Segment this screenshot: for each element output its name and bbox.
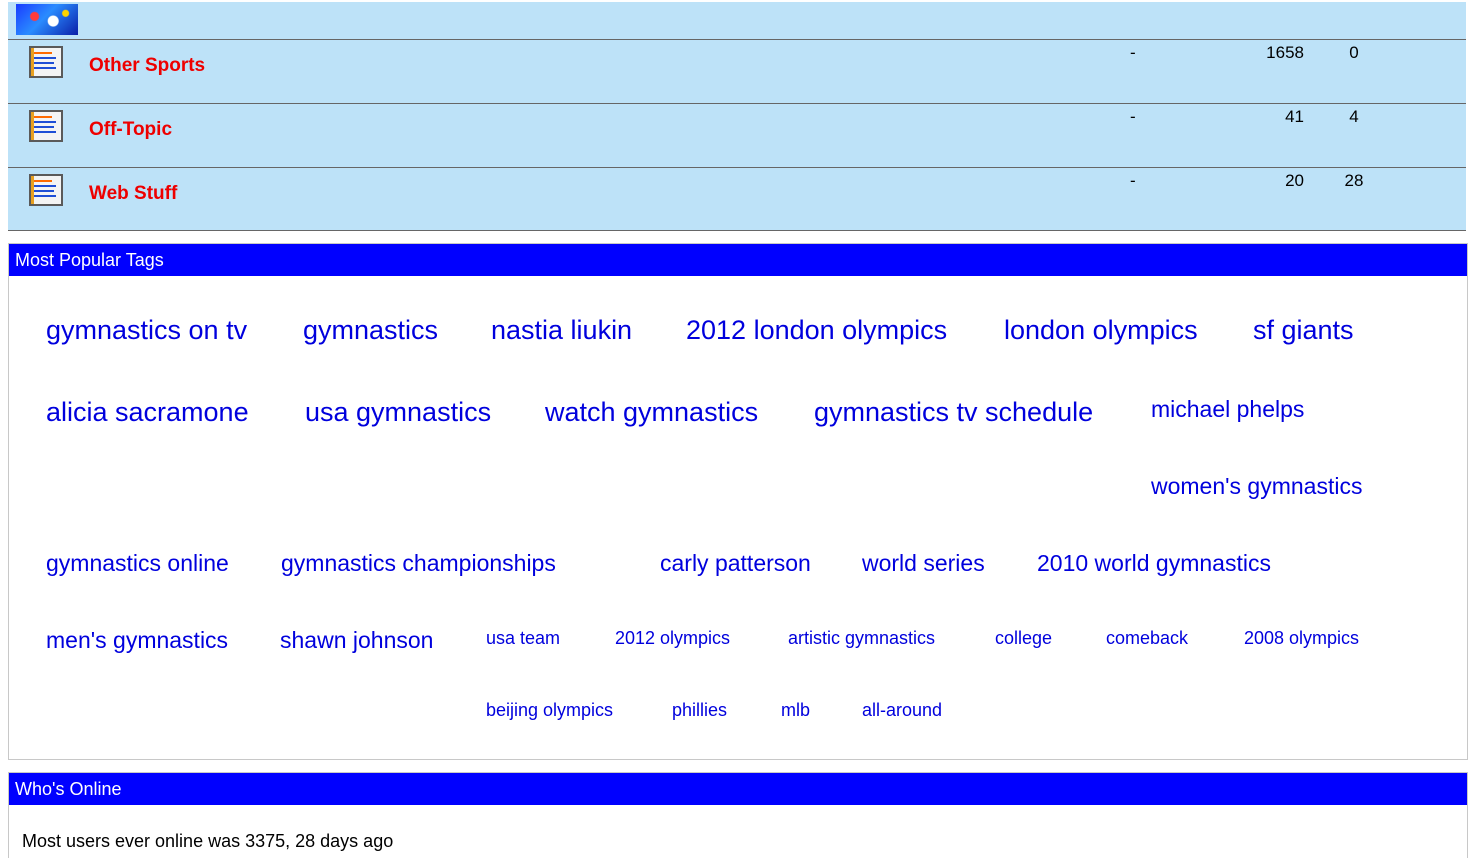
forum-list: Other Sports - 1658 0 Off-Topic - 41 4 W… <box>8 2 1466 231</box>
tag-link[interactable]: women's gymnastics <box>1151 473 1362 500</box>
tag-link[interactable]: artistic gymnastics <box>788 628 935 649</box>
tag-link[interactable]: world series <box>862 550 985 577</box>
forum-banner-image[interactable] <box>16 4 78 35</box>
forum-row: Web Stuff - 20 28 <box>8 168 1466 230</box>
tag-link[interactable]: london olympics <box>1004 315 1198 346</box>
tag-link[interactable]: 2008 olympics <box>1244 628 1359 649</box>
whos-online-panel: Who's Online Most users ever online was … <box>8 772 1468 858</box>
tag-link[interactable]: gymnastics online <box>46 550 229 577</box>
tag-link[interactable]: men's gymnastics <box>46 627 228 654</box>
tag-link[interactable]: carly patterson <box>660 550 811 577</box>
tag-link[interactable]: 2010 world gymnastics <box>1037 550 1271 577</box>
forum-notepad-icon <box>29 46 63 78</box>
tag-link[interactable]: usa gymnastics <box>305 397 491 428</box>
forum-post-count: 28 <box>1344 171 1364 190</box>
tag-link[interactable]: college <box>995 628 1052 649</box>
forum-last-post: - <box>1130 171 1136 190</box>
forum-top-strip <box>8 2 1466 40</box>
tag-link[interactable]: shawn johnson <box>280 627 433 654</box>
tag-link[interactable]: nastia liukin <box>491 315 632 346</box>
tag-link[interactable]: 2012 olympics <box>615 628 730 649</box>
whos-online-header: Who's Online <box>9 773 1467 805</box>
forum-row: Other Sports - 1658 0 <box>8 40 1466 104</box>
forum-thread-count: 1658 <box>1266 43 1304 62</box>
forum-thread-count: 41 <box>1285 107 1304 126</box>
forum-last-post: - <box>1130 43 1136 62</box>
tag-link[interactable]: mlb <box>781 700 810 721</box>
tag-link[interactable]: 2012 london olympics <box>686 315 947 346</box>
tag-link[interactable]: watch gymnastics <box>545 397 758 428</box>
forum-link[interactable]: Off-Topic <box>89 119 172 141</box>
tag-link[interactable]: gymnastics tv schedule <box>814 397 1093 428</box>
tag-link[interactable]: comeback <box>1106 628 1188 649</box>
forum-post-count: 4 <box>1349 107 1359 126</box>
tag-link[interactable]: alicia sacramone <box>46 397 249 428</box>
forum-notepad-icon <box>29 110 63 142</box>
forum-thread-count: 20 <box>1285 171 1304 190</box>
tag-link[interactable]: gymnastics on tv <box>46 315 247 346</box>
most-users-online-text: Most users ever online was 3375, 28 days… <box>22 831 394 851</box>
forum-link[interactable]: Web Stuff <box>89 183 177 205</box>
tag-link[interactable]: sf giants <box>1253 315 1354 346</box>
forum-row: Off-Topic - 41 4 <box>8 104 1466 168</box>
tag-link[interactable]: usa team <box>486 628 560 649</box>
tag-link[interactable]: gymnastics <box>303 315 438 346</box>
forum-notepad-icon <box>29 174 63 206</box>
tag-link[interactable]: gymnastics championships <box>281 550 556 577</box>
forum-post-count: 0 <box>1349 43 1359 62</box>
forum-last-post: - <box>1130 107 1136 126</box>
tag-link[interactable]: beijing olympics <box>486 700 613 721</box>
popular-tags-header: Most Popular Tags <box>9 244 1467 276</box>
forum-link[interactable]: Other Sports <box>89 55 205 77</box>
forum-page: Other Sports - 1658 0 Off-Topic - 41 4 W… <box>0 0 1472 858</box>
tag-link[interactable]: michael phelps <box>1151 396 1304 423</box>
popular-tags-panel: Most Popular Tags gymnastics on tv gymna… <box>8 243 1468 760</box>
tag-link[interactable]: all-around <box>862 700 942 721</box>
tag-link[interactable]: phillies <box>672 700 727 721</box>
